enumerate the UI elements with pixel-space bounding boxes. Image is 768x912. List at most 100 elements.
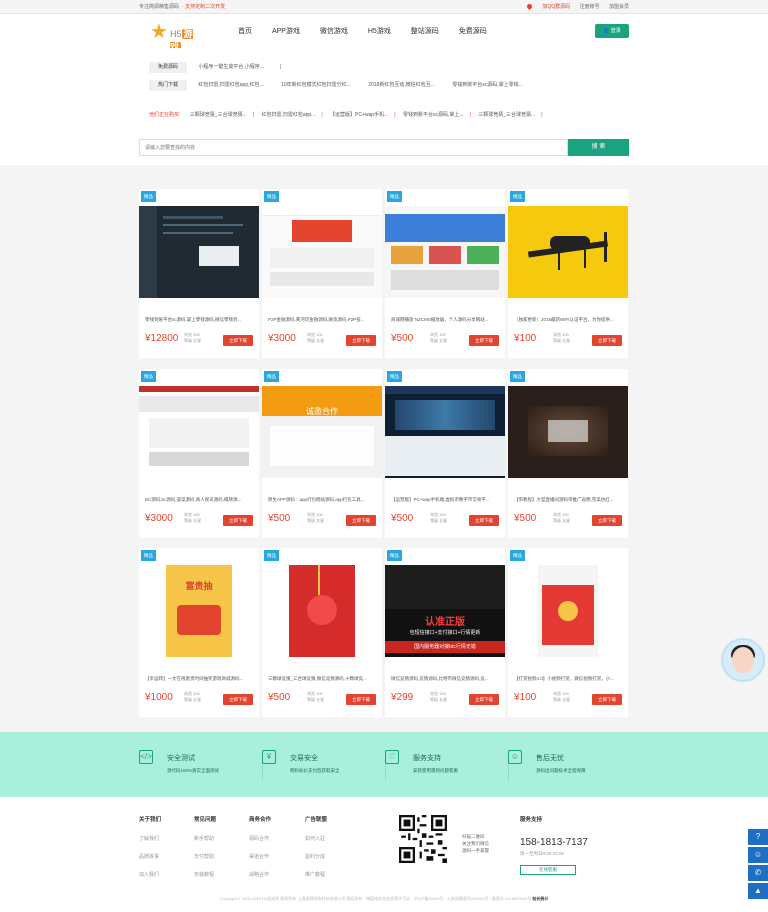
nav-wechat-games[interactable]: 微信游戏 bbox=[320, 28, 348, 35]
qq-group-link[interactable]: 加QQ群源码 bbox=[542, 4, 570, 10]
download-item[interactable]: 零钱到账平台sc源码,掌上零钱... bbox=[452, 82, 523, 88]
nav-full-site[interactable]: 整站源码 bbox=[411, 28, 439, 35]
footer-link[interactable]: 如何入驻 bbox=[305, 835, 327, 842]
footer-link[interactable]: 新手帮助 bbox=[194, 835, 216, 842]
download-button[interactable]: 立即下载 bbox=[592, 515, 622, 526]
buying-item[interactable]: 【运营版】PC+wap手机... bbox=[330, 112, 388, 118]
product-card[interactable]: 精品 【运营版】PC+wap手机端,虚拟币数字币交易平... ¥500 浏览 100 等… bbox=[385, 369, 505, 538]
customer-service-avatar[interactable] bbox=[721, 638, 765, 682]
footer-link[interactable]: 战略合作 bbox=[249, 871, 271, 878]
help-icon[interactable]: ? bbox=[748, 829, 768, 845]
product-thumbnail[interactable] bbox=[262, 565, 382, 657]
product-card[interactable]: 精品 【打赏视频4.0】小视频打赏，微信视频打赏，小... ¥100 浏览 100 等级… bbox=[508, 548, 628, 717]
phone-icon[interactable]: ✆ bbox=[748, 865, 768, 881]
product-price: ¥12800 bbox=[145, 333, 179, 344]
product-title[interactable]: 原生APP源码：app打包网站源码,app打包工具... bbox=[268, 497, 378, 503]
nav-free-source[interactable]: 免费源码 bbox=[459, 28, 487, 35]
product-title[interactable]: 【打赏视频4.0】小视频打赏，微信视频打赏，小... bbox=[514, 676, 624, 682]
footer-link[interactable]: 安装教程 bbox=[194, 871, 216, 878]
online-service-button[interactable]: 在线客服 bbox=[520, 865, 576, 875]
download-button[interactable]: 立即下载 bbox=[223, 335, 253, 346]
product-price: ¥500 bbox=[391, 333, 414, 344]
product-thumbnail[interactable]: 富贵抽 bbox=[139, 565, 259, 657]
product-thumbnail[interactable] bbox=[385, 386, 505, 478]
buying-item[interactable]: 三颗球竞猜_三合球竞猜... bbox=[478, 112, 535, 118]
product-thumbnail[interactable]: 诚邀合作 bbox=[262, 386, 382, 478]
download-item[interactable]: 红包扫雷,扫雷红包app,红包... bbox=[198, 82, 263, 88]
product-card[interactable]: 精品 零钱到账平台sc源码,掌上零钱源码,微信零钱到... ¥12800 浏览 100… bbox=[139, 189, 259, 358]
product-thumbnail[interactable] bbox=[262, 206, 382, 298]
footer-link[interactable]: 支付帮助 bbox=[194, 853, 216, 860]
product-thumbnail[interactable] bbox=[508, 206, 628, 298]
product-title[interactable]: P2P金融源码,黄河贷金融源码,融资源码,P2P投... bbox=[268, 317, 378, 323]
download-button[interactable]: 立即下载 bbox=[346, 515, 376, 526]
nav-home[interactable]: 首页 bbox=[238, 28, 252, 35]
download-button[interactable]: 立即下载 bbox=[223, 515, 253, 526]
free-row: 免费源码 小程序一键生成平台,小程序... | bbox=[149, 62, 281, 73]
footer-link[interactable]: 渠道合作 bbox=[249, 853, 271, 860]
search-button[interactable]: 搜 索 bbox=[568, 139, 629, 156]
product-title[interactable]: 【幸运转】一文在线富贵时间抽奖游戏商城源码... bbox=[145, 676, 255, 682]
download-button[interactable]: 立即下载 bbox=[469, 694, 499, 705]
download-button[interactable]: 立即下载 bbox=[223, 694, 253, 705]
product-card[interactable]: 精品 富贵抽 【幸运转】一文在线富贵时间抽奖游戏商城源码... ¥1000 浏览 100… bbox=[139, 548, 259, 717]
buying-item[interactable]: 红包扫雷,扫雷红包app... bbox=[261, 112, 315, 118]
product-card[interactable]: 精品 （独家更新）2018最新WIFI认证平台，为你提供... ¥100 浏览 100… bbox=[508, 189, 628, 358]
back-to-top-icon[interactable]: ▲ bbox=[748, 883, 768, 899]
product-thumbnail[interactable] bbox=[508, 565, 628, 657]
site-logo[interactable]: ★ H5 游戏 bbox=[150, 22, 194, 52]
product-thumbnail[interactable] bbox=[385, 206, 505, 298]
hot-download-tag[interactable]: 热门下载 bbox=[149, 80, 187, 91]
qr-line: 源码一手掌握 bbox=[462, 848, 489, 853]
download-item[interactable]: 2018新红包互动,微信红包互... bbox=[368, 82, 435, 88]
nav-app-games[interactable]: APP游戏 bbox=[272, 28, 300, 35]
product-title[interactable]: 【运营版】PC+wap手机端,虚拟币数字币交易平... bbox=[391, 497, 501, 503]
download-button[interactable]: 立即下载 bbox=[346, 335, 376, 346]
download-button[interactable]: 立即下载 bbox=[469, 515, 499, 526]
footer-link[interactable]: 源码合作 bbox=[249, 835, 271, 842]
product-title[interactable]: 商城网播放 NZCMS播放器，个人源码分享网站... bbox=[391, 317, 501, 323]
product-thumbnail[interactable] bbox=[508, 386, 628, 478]
product-card[interactable]: 精品 诚邀合作 原生APP源码：app打包网站源码,app打包工具... ¥500 浏览… bbox=[262, 369, 382, 538]
product-thumbnail[interactable] bbox=[139, 386, 259, 478]
product-thumbnail[interactable]: 认准正版 包短信接口+支付接口+行情更新 国内服务器对接btc行情无错 bbox=[385, 565, 505, 657]
featured-badge: 精品 bbox=[141, 371, 156, 382]
download-button[interactable]: 立即下载 bbox=[469, 335, 499, 346]
product-meta: 浏览 100 等级 五星 bbox=[184, 332, 201, 344]
product-title[interactable]: 零钱到账平台sc源码,掌上零钱源码,微信零钱到... bbox=[145, 317, 255, 323]
buying-item[interactable]: 零钱到账平台sc源码,掌上... bbox=[403, 112, 464, 118]
stats-link[interactable]: 站长统计 bbox=[532, 896, 548, 901]
product-thumbnail[interactable] bbox=[139, 206, 259, 298]
search-input[interactable] bbox=[139, 139, 568, 156]
product-card[interactable]: 精品 认准正版 包短信接口+支付接口+行情更新 国内服务器对接btc行情无错 微信竞猜源… bbox=[385, 548, 505, 717]
download-button[interactable]: 立即下载 bbox=[592, 335, 622, 346]
feature-aftersale: ☺ 售后无忧 源码出问题技术全程保障 bbox=[508, 750, 618, 780]
login-button[interactable]: 👤 登录 bbox=[595, 24, 629, 38]
product-card[interactable]: 精品 【带教程】大型直播间源码带推广返佣,完美仿红... ¥500 浏览 100 等级 … bbox=[508, 369, 628, 538]
product-title[interactable]: 【带教程】大型直播间源码带推广返佣,完美仿红... bbox=[514, 497, 624, 503]
free-source-tag[interactable]: 免费源码 bbox=[149, 62, 187, 73]
vip-link[interactable]: 加盟会员 bbox=[609, 4, 629, 10]
product-title[interactable]: 微信竞猜源码,竞猜源码,比特币微信竞猜源码,竞... bbox=[391, 676, 501, 682]
footer-link[interactable]: 盈利分成 bbox=[305, 853, 327, 860]
product-card[interactable]: 精品 三颗球竞猜_三合球竞猜,微信竞猜源码,十颗球竞... ¥500 浏览 100 等级… bbox=[262, 548, 382, 717]
product-title[interactable]: （独家更新）2018最新WIFI认证平台，为你提供... bbox=[514, 317, 624, 323]
product-card[interactable]: 精品 商城网播放 NZCMS播放器，个人源码分享网站... ¥500 浏览 100 等级… bbox=[385, 189, 505, 358]
user-service-icon[interactable]: ☺ bbox=[748, 847, 768, 863]
download-button[interactable]: 立即下载 bbox=[592, 694, 622, 705]
footer-link[interactable]: 了解我们 bbox=[139, 835, 161, 842]
download-item[interactable]: 10年新红包模式红包扫雷分红... bbox=[281, 82, 351, 88]
product-card[interactable]: 精品 P2P金融源码,黄河贷金融源码,融资源码,P2P投... ¥3000 浏览 10… bbox=[262, 189, 382, 358]
footer-link[interactable]: 加入我们 bbox=[139, 871, 161, 878]
product-title[interactable]: BC源码,bc源码,菠菜源码,真人视讯源码,棋牌源... bbox=[145, 497, 255, 503]
product-title[interactable]: 三颗球竞猜_三合球竞猜,微信竞猜源码,十颗球竞... bbox=[268, 676, 378, 682]
download-button[interactable]: 立即下载 bbox=[346, 694, 376, 705]
product-card[interactable]: 精品 BC源码,bc源码,菠菜源码,真人视讯源码,棋牌源... ¥3000 浏览 10… bbox=[139, 369, 259, 538]
footer-link[interactable]: 品牌故事 bbox=[139, 853, 161, 860]
level-rating: 等级 五星 bbox=[553, 338, 571, 343]
free-item[interactable]: 小程序一键生成平台,小程序... bbox=[198, 64, 264, 70]
register-link[interactable]: 注册账号 bbox=[580, 4, 600, 10]
buying-item[interactable]: 三颗球竞猜_三合球竞猜... bbox=[190, 112, 247, 118]
footer-link[interactable]: 推广教程 bbox=[305, 871, 327, 878]
nav-h5-games[interactable]: H5游戏 bbox=[368, 28, 391, 35]
